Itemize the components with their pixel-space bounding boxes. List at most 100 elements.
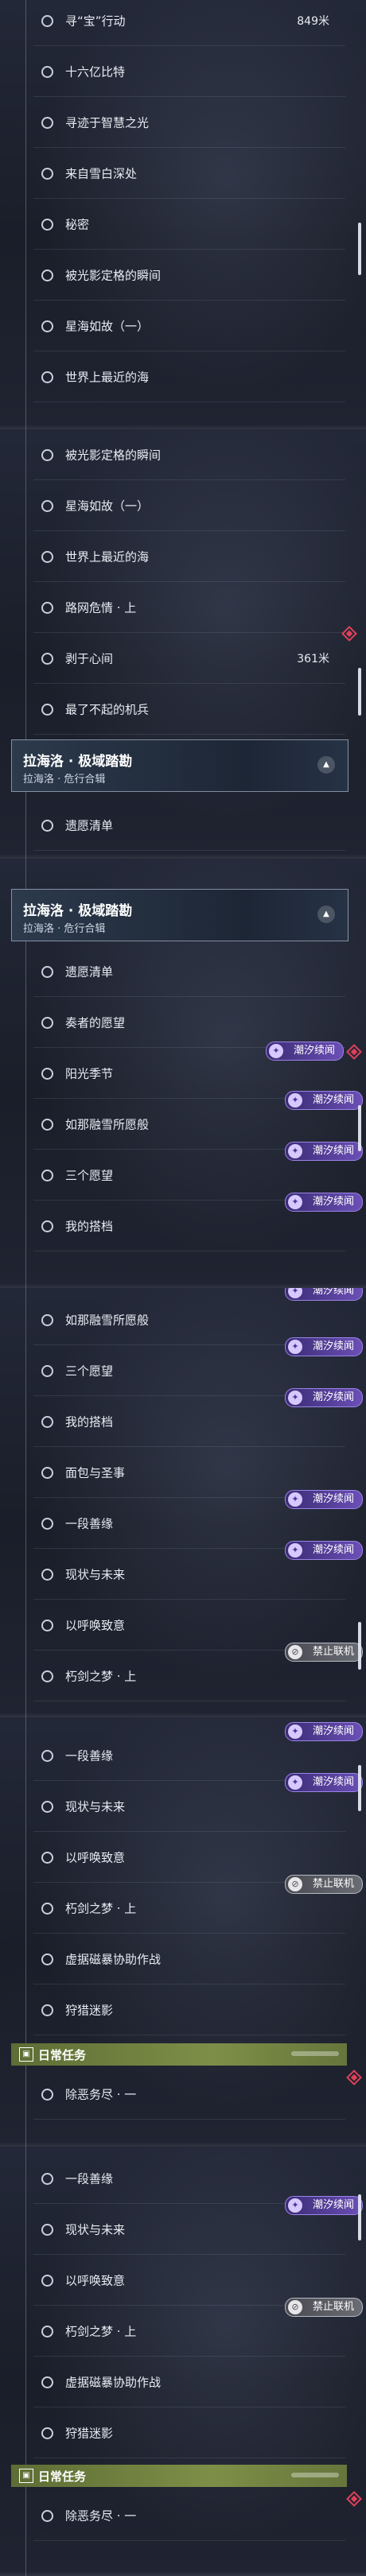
quest-row[interactable]: 遗愿清单	[19, 800, 345, 851]
quest-list-panel: ✦ 潮汐续闻 一段善缘 ✦ 潮汐续闻 现状与未来 以呼唤致意 ⊘ 禁止联机 朽剑之梦 …	[0, 1717, 366, 2147]
quest-label: 狩猎迷影	[65, 2003, 114, 2018]
region-header[interactable]: 拉海洛 · 极域踏勘 拉海洛 · 危行合辑 ▲	[11, 739, 348, 792]
quest-label: 除恶务尽 · 一	[65, 2087, 137, 2102]
quest-label: 面包与圣事	[65, 1465, 126, 1480]
circle-icon	[41, 1569, 53, 1581]
quest-row[interactable]: 我的搭档	[19, 1201, 345, 1251]
quest-label: 以呼唤致意	[65, 1850, 126, 1865]
quest-row[interactable]: 除恶务尽 · 一	[19, 2069, 345, 2120]
quest-label: 最了不起的机兵	[65, 702, 150, 717]
daily-task-icon: ▣	[19, 2047, 33, 2062]
quest-row[interactable]: 路网危情 · 上	[19, 582, 345, 633]
quest-label: 狩猎迷影	[65, 2426, 114, 2441]
daily-header-ornament	[291, 2051, 339, 2056]
region-header[interactable]: 拉海洛 · 极域踏勘 拉海洛 · 危行合辑 ▲	[11, 889, 348, 941]
quest-row[interactable]: 除恶务尽 · 一	[19, 2490, 345, 2541]
quest-row[interactable]: 朽剑之梦 · 上	[19, 2306, 345, 2357]
quest-row[interactable]: 寻迹于智慧之光	[19, 97, 345, 148]
quest-label: 除恶务尽 · 一	[65, 2508, 137, 2524]
quest-row[interactable]: 被光影定格的瞬间	[19, 250, 345, 301]
quest-row[interactable]: 奏者的愿望	[19, 997, 345, 1048]
quest-label: 现状与未来	[65, 1799, 126, 1814]
quest-row[interactable]: 现状与未来	[19, 1781, 345, 1832]
quest-label: 被光影定格的瞬间	[65, 448, 162, 463]
quest-row[interactable]: 朽剑之梦 · 上	[19, 1651, 345, 1701]
circle-icon	[41, 1518, 53, 1530]
quest-row[interactable]: 来自雪白深处	[19, 148, 345, 199]
quest-label: 阳光季节	[65, 1066, 114, 1081]
quest-label: 剥于心间	[65, 651, 114, 666]
quest-row[interactable]: 剥于心间 361米	[19, 633, 345, 684]
scrollbar[interactable]	[358, 1622, 361, 1670]
quest-row[interactable]: 现状与未来	[19, 2204, 345, 2255]
scrollbar[interactable]	[358, 668, 361, 716]
quest-label: 朽剑之梦 · 上	[65, 2324, 137, 2339]
quest-list-panel: 被光影定格的瞬间 星海如故（一） 世界上最近的海 路网危情 · 上 剥于心间 36…	[0, 429, 366, 859]
scrollbar[interactable]	[358, 2194, 361, 2240]
circle-icon	[41, 270, 53, 281]
quest-label: 虚据磁暴协助作战	[65, 1952, 162, 1967]
daily-task-title: 日常任务	[38, 2469, 87, 2484]
circle-icon	[41, 1314, 53, 1326]
circle-icon	[41, 15, 53, 27]
quest-row[interactable]: 十六亿比特	[19, 46, 345, 97]
quest-row[interactable]: 我的搭档	[19, 1396, 345, 1447]
circle-icon	[41, 117, 53, 129]
quest-label: 星海如故（一）	[65, 319, 150, 334]
quest-row[interactable]: 星海如故（一）	[19, 480, 345, 531]
quest-distance: 361米	[297, 653, 329, 665]
scrollbar[interactable]	[358, 223, 361, 275]
circle-icon	[41, 219, 53, 231]
quest-row[interactable]: 狩猎迷影	[19, 2407, 345, 2458]
quest-row[interactable]: 狩猎迷影	[19, 1984, 345, 2035]
quest-row[interactable]: 遗愿清单	[19, 946, 345, 997]
daily-task-header[interactable]: ▣ 日常任务	[11, 2043, 347, 2066]
circle-icon	[41, 1620, 53, 1631]
quest-row[interactable]: 世界上最近的海	[19, 351, 345, 402]
circle-icon	[41, 371, 53, 383]
daily-task-header[interactable]: ▣ 日常任务	[11, 2465, 347, 2487]
quest-list-panel: ✦ 潮汐续闻 如那融雪所愿般 ✦ 潮汐续闻 三个愿望 ✦ 潮汐续闻 我的搭档 面包与圣…	[0, 1288, 366, 1717]
quest-row[interactable]: 朽剑之梦 · 上	[19, 1883, 345, 1934]
circle-icon	[41, 602, 53, 614]
quest-label: 路网危情 · 上	[65, 600, 137, 615]
circle-icon	[41, 1903, 53, 1915]
circle-icon	[41, 1170, 53, 1181]
quest-row[interactable]: 秘密	[19, 199, 345, 250]
chevron-up-icon[interactable]: ▲	[317, 906, 335, 923]
chevron-up-icon[interactable]: ▲	[317, 756, 335, 774]
quest-row[interactable]: 现状与未来	[19, 1549, 345, 1600]
quest-row[interactable]: 被光影定格的瞬间	[19, 429, 345, 480]
circle-icon	[41, 449, 53, 461]
quest-label: 一段善缘	[65, 1748, 114, 1763]
quest-label: 一段善缘	[65, 1516, 114, 1531]
circle-icon	[41, 1119, 53, 1131]
quest-label: 星海如故（一）	[65, 499, 150, 514]
quest-label: 三个愿望	[65, 1168, 114, 1183]
quest-label: 朽剑之梦 · 上	[65, 1901, 137, 1916]
quest-row[interactable]: 寻“宝”行动 849米	[19, 0, 345, 46]
circle-icon	[41, 1467, 53, 1479]
daily-task-title: 日常任务	[38, 2048, 87, 2062]
quest-label: 寻“宝”行动	[65, 14, 126, 29]
circle-icon	[41, 1365, 53, 1377]
circle-icon	[41, 1953, 53, 1965]
quest-row[interactable]: 最了不起的机兵	[19, 684, 345, 735]
circle-icon	[41, 966, 53, 978]
region-subtitle: 拉海洛 · 危行合辑	[23, 774, 106, 786]
circle-icon	[41, 1750, 53, 1762]
quest-label: 寻迹于智慧之光	[65, 115, 150, 130]
quest-row[interactable]: 世界上最近的海	[19, 531, 345, 582]
quest-label: 朽剑之梦 · 上	[65, 1669, 137, 1684]
quest-row[interactable]: 虚据磁暴协助作战	[19, 1934, 345, 1984]
circle-icon	[41, 320, 53, 332]
circle-icon	[41, 1852, 53, 1864]
scrollbar[interactable]	[358, 1765, 361, 1811]
scrollbar[interactable]	[358, 1105, 361, 1151]
circle-icon	[41, 2173, 53, 2185]
quest-row[interactable]: 星海如故（一）	[19, 301, 345, 351]
red-diamond-marker-icon	[346, 1044, 362, 1060]
quest-row[interactable]: 虚据磁暴协助作战	[19, 2357, 345, 2407]
quest-label: 虚据磁暴协助作战	[65, 2375, 162, 2390]
region-title: 拉海洛 · 极域踏勘	[23, 754, 133, 770]
